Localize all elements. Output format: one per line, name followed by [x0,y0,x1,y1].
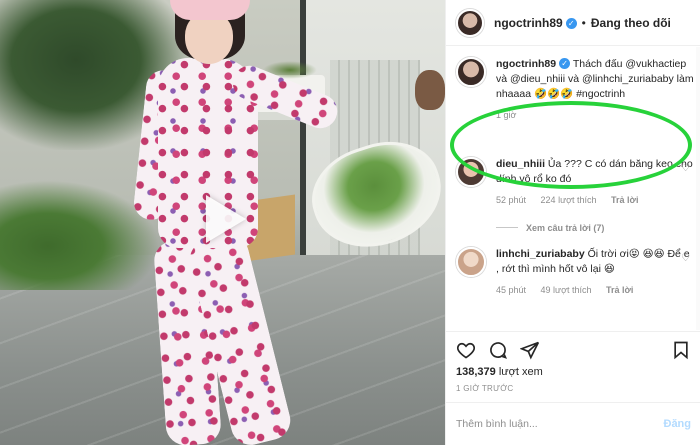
video-player[interactable] [0,0,445,445]
comment-item: dieu_nhiii Ủa ??? C có dán băng keo cho … [456,157,696,208]
header-separator: • [581,15,586,30]
comment-icon[interactable] [488,340,508,360]
comment-likes[interactable]: 224 lượt thích [541,195,597,205]
view-count-number: 138,379 [456,366,496,378]
comment-username[interactable]: linhchi_zuriababy [496,248,585,260]
view-replies-label[interactable]: Xem câu trả lời (7) [526,223,604,233]
post-timestamp: 1 GIỜ TRƯỚC [456,384,514,393]
reply-button[interactable]: Trả lời [611,195,638,205]
commenter-avatar[interactable] [456,157,486,187]
verified-badge-icon: ✓ [559,58,571,69]
comment-body: dieu_nhiii Ủa ??? C có dán băng keo cho … [496,157,694,208]
comment-input[interactable] [456,418,636,430]
view-count[interactable]: 138,379 lượt xem [456,366,543,378]
play-button[interactable] [200,195,248,245]
comment-composer: Đăng [446,402,700,445]
comment-meta: 45 phút 49 lượt thích Trả lời [496,283,694,298]
verified-badge-icon: ✓ [565,17,577,29]
view-count-label: lượt xem [495,366,543,378]
play-icon [206,195,246,243]
author-avatar[interactable] [456,8,484,37]
author-username[interactable]: ngoctrinh89 ✓ [494,16,577,30]
share-icon[interactable] [520,340,540,360]
replies-divider [496,227,518,228]
bookmark-icon[interactable] [671,340,691,360]
comment-item: linhchi_zuriababy Ối trời ơi😝 😆😆 Để e , … [456,247,696,298]
comment-like-heart-icon[interactable]: ♡ [681,253,690,264]
following-button[interactable]: Đang theo dõi [591,16,671,30]
video-person-headband [170,0,250,20]
post-side-panel: ngoctrinh89 ✓ • Đang theo dõi ngoctrinh89… [445,0,700,445]
reply-button[interactable]: Trả lời [606,285,633,295]
post-actions [446,331,700,367]
post-comment-button[interactable]: Đăng [664,418,692,430]
caption-time: 1 giờ [496,110,517,120]
comment-time: 45 phút [496,285,527,295]
comment-meta: 52 phút 224 lượt thích Trả lời [496,193,694,208]
commenter-avatar[interactable] [456,247,486,277]
author-username-text[interactable]: ngoctrinh89 [494,16,563,30]
post-header: ngoctrinh89 ✓ • Đang theo dõi [446,0,700,46]
view-replies-button[interactable]: Xem câu trả lời (7) [496,223,604,233]
comment-time: 52 phút [496,195,527,205]
caption-username[interactable]: ngoctrinh89 [496,58,556,70]
caption-body: ngoctrinh89 ✓ Thách đấu @vukhactiep và @d… [496,57,694,123]
comments-list[interactable]: ngoctrinh89 ✓ Thách đấu @vukhactiep và @d… [446,47,700,330]
caption-meta: 1 giờ [496,108,694,123]
comments-scrollbar[interactable] [696,47,700,330]
instagram-post: ngoctrinh89 ✓ • Đang theo dõi ngoctrinh89… [0,0,700,445]
comment-like-heart-icon[interactable]: ♡ [681,163,690,174]
caption-avatar[interactable] [456,57,486,87]
comment-username[interactable]: dieu_nhiii [496,158,545,170]
comment-body: linhchi_zuriababy Ối trời ơi😝 😆😆 Để e , … [496,247,694,298]
heart-icon[interactable] [456,340,476,360]
video-bystander [415,70,445,110]
post-caption: ngoctrinh89 ✓ Thách đấu @vukhactiep và @d… [456,57,696,123]
comment-likes[interactable]: 49 lượt thích [541,285,592,295]
